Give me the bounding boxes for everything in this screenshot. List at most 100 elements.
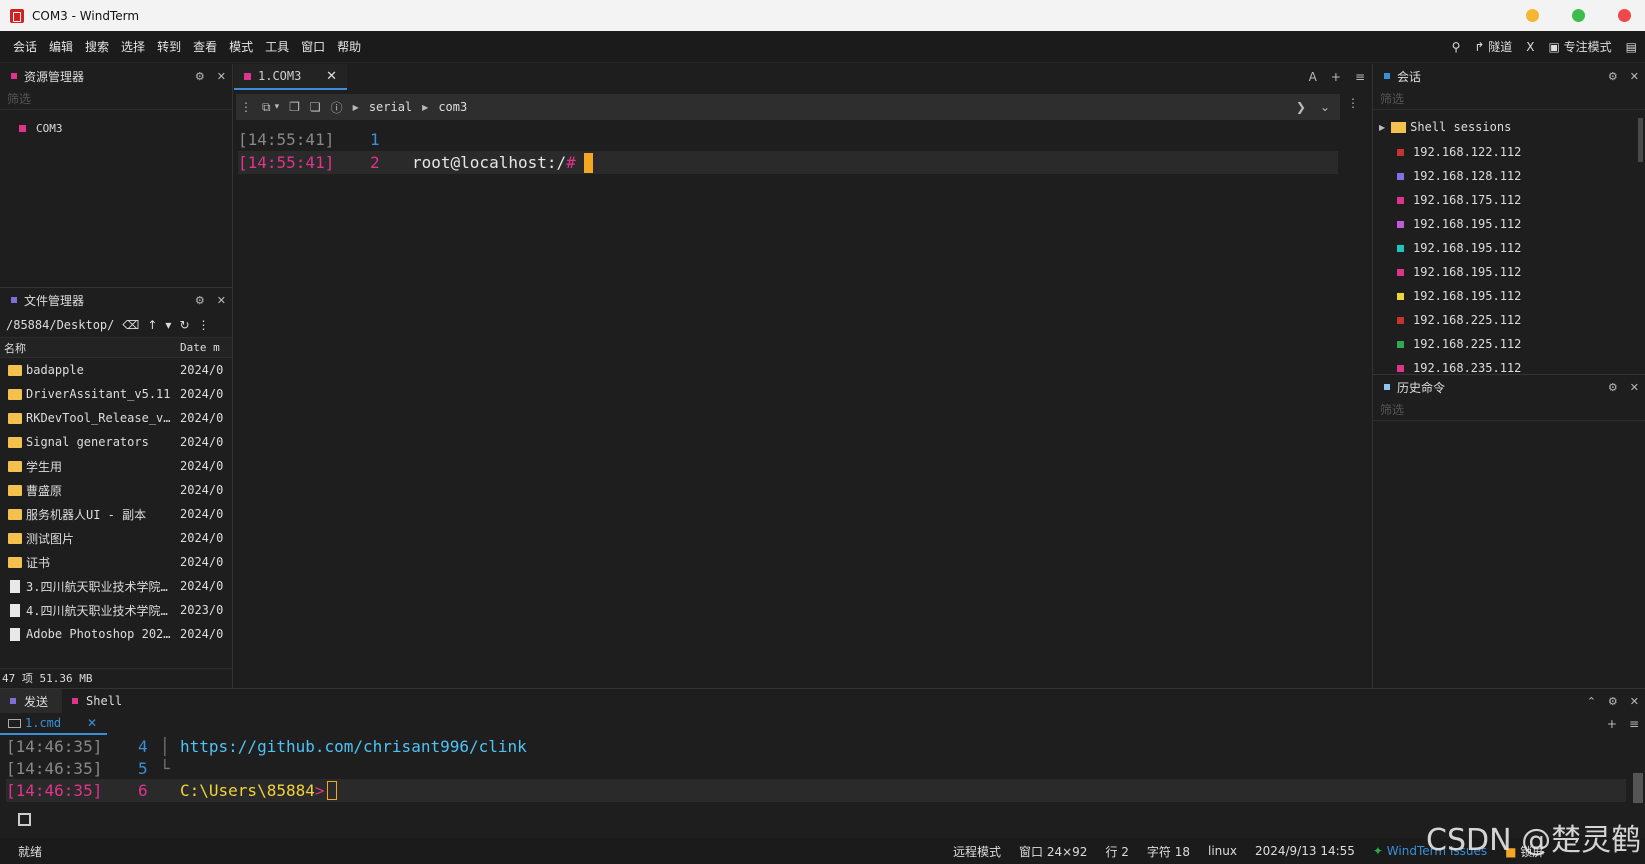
menu-search[interactable]: 搜索 xyxy=(79,38,115,55)
more-icon[interactable]: ⋮ xyxy=(1347,96,1359,110)
file-row[interactable]: 测试图片 2024/0 xyxy=(0,526,232,550)
file-row[interactable]: Adobe Photoshop 2021… 2024/0 xyxy=(0,622,232,646)
menu-view[interactable]: 查看 xyxy=(187,38,223,55)
tab-shell[interactable]: Shell xyxy=(62,689,136,713)
menu-mode[interactable]: 模式 xyxy=(223,38,259,55)
menu-help[interactable]: 帮助 xyxy=(331,38,367,55)
session-item[interactable]: 192.168.122.112 xyxy=(1373,140,1645,164)
refresh-icon[interactable]: ↻ xyxy=(179,318,189,332)
breadcrumb-serial[interactable]: serial xyxy=(369,100,412,114)
column-name[interactable]: 名称 xyxy=(0,340,180,356)
sessions-scrollbar[interactable] xyxy=(1638,118,1643,162)
menu-tools[interactable]: 工具 xyxy=(259,38,295,55)
status-remote-mode[interactable]: 远程模式 xyxy=(953,843,1001,860)
tab-send[interactable]: 发送 xyxy=(0,689,63,713)
font-button[interactable]: A xyxy=(1309,70,1317,84)
close-icon[interactable]: ✕ xyxy=(217,294,226,307)
arrow-up-icon[interactable]: ↑ xyxy=(147,318,157,332)
chevron-down-icon[interactable]: ⌄ xyxy=(1320,100,1330,114)
tab-com3[interactable]: 1.COM3 ✕ xyxy=(234,64,347,90)
close-button[interactable] xyxy=(1618,9,1631,22)
path-bar: /85884/Desktop/ ⌫ ↑ ▾ ↻ ⋮ xyxy=(0,312,232,338)
explorer-item-com3[interactable]: COM3 xyxy=(0,118,232,138)
menu-session[interactable]: 会话 xyxy=(7,38,43,55)
session-item[interactable]: 192.168.225.112 xyxy=(1373,332,1645,356)
clear-path-icon[interactable]: ⌫ xyxy=(122,318,139,332)
session-item[interactable]: 192.168.195.112 xyxy=(1373,236,1645,260)
gear-icon[interactable]: ⚙ xyxy=(195,294,205,307)
history-filter-input[interactable]: 筛选 xyxy=(1373,399,1645,421)
x-button[interactable]: X xyxy=(1526,40,1534,54)
menu-icon[interactable]: ≡ xyxy=(1355,70,1365,84)
gear-icon[interactable]: ⚙ xyxy=(1608,381,1618,394)
file-row[interactable]: 3.四川航天职业技术学院… 2024/0 xyxy=(0,574,232,598)
session-item[interactable]: 192.168.195.112 xyxy=(1373,260,1645,284)
more-icon[interactable]: ⋮ xyxy=(198,318,210,332)
gear-icon[interactable]: ⚙ xyxy=(1608,70,1618,83)
chevron-down-icon[interactable]: ▾ xyxy=(275,102,280,112)
close-icon[interactable]: ✕ xyxy=(87,716,97,730)
file-row[interactable]: 4.四川航天职业技术学院… 2023/0 xyxy=(0,598,232,622)
send-toolbar-icon[interactable] xyxy=(18,813,31,826)
session-group-shell[interactable]: ▶ Shell sessions xyxy=(1373,114,1645,140)
session-item[interactable]: 192.168.195.112 xyxy=(1373,284,1645,308)
file-row[interactable]: 服务机器人UI - 副本 2024/0 xyxy=(0,502,232,526)
file-row[interactable]: 曹盛原 2024/0 xyxy=(0,478,232,502)
chevron-down-icon[interactable]: ▾ xyxy=(165,318,171,332)
close-icon[interactable]: ✕ xyxy=(1630,695,1639,708)
file-row[interactable]: RKDevTool_Release_v2… 2024/0 xyxy=(0,406,232,430)
file-name: 证书 xyxy=(26,555,51,570)
file-row[interactable]: badapple 2024/0 xyxy=(0,358,232,382)
open-session-icon[interactable]: ❐ xyxy=(289,100,300,114)
close-icon[interactable]: ✕ xyxy=(217,70,226,83)
layout-icon[interactable]: ▤ xyxy=(1626,40,1637,54)
tunnel-button[interactable]: ↱ 隧道 xyxy=(1474,38,1512,55)
file-row[interactable]: DriverAssitant_v5.11 2024/0 xyxy=(0,382,232,406)
menu-window[interactable]: 窗口 xyxy=(295,38,331,55)
chevron-up-icon[interactable]: ⌃ xyxy=(1587,695,1596,708)
shell-output-text[interactable]: https://github.com/chrisant996/clink xyxy=(180,737,527,756)
drag-handle-icon[interactable]: ⋮ xyxy=(240,100,252,114)
info-icon[interactable]: ⓘ xyxy=(331,99,343,116)
session-item[interactable]: 192.168.225.112 xyxy=(1373,308,1645,332)
column-date[interactable]: Date m xyxy=(180,341,220,354)
focus-mode-button[interactable]: ▣ 专注模式 xyxy=(1548,38,1611,55)
sessions-filter-input[interactable]: 筛选 xyxy=(1373,88,1645,110)
folder-icon xyxy=(8,436,22,448)
file-row[interactable]: 学生用 2024/0 xyxy=(0,454,232,478)
file-row[interactable]: Signal generators 2024/0 xyxy=(0,430,232,454)
explorer-filter-input[interactable]: 筛选 xyxy=(0,88,232,110)
gear-icon[interactable]: ⚙ xyxy=(1608,695,1618,708)
menu-edit[interactable]: 编辑 xyxy=(43,38,79,55)
menu-icon[interactable]: ≡ xyxy=(1629,717,1639,731)
copy-session-icon[interactable]: ❏ xyxy=(310,100,321,114)
shell-line-current[interactable]: [14:46:35] 6 C:\Users\85884 > xyxy=(6,779,1626,802)
tab-cmd[interactable]: 1.cmd ✕ xyxy=(0,713,107,735)
new-session-icon[interactable]: ⧉ xyxy=(262,100,271,115)
close-icon[interactable]: ✕ xyxy=(1630,70,1639,83)
close-icon[interactable]: ✕ xyxy=(326,69,337,84)
minimize-button[interactable] xyxy=(1526,9,1539,22)
maximize-button[interactable] xyxy=(1572,9,1585,22)
breadcrumb-com3[interactable]: com3 xyxy=(438,100,467,114)
folder-icon xyxy=(8,388,22,400)
session-item[interactable]: 192.168.175.112 xyxy=(1373,188,1645,212)
close-icon[interactable]: ✕ xyxy=(1630,381,1639,394)
path-input[interactable]: /85884/Desktop/ xyxy=(6,318,114,332)
chevron-right-icon[interactable]: ❯ xyxy=(1296,100,1306,114)
search-icon[interactable]: ⚲ xyxy=(1452,40,1461,54)
plus-icon[interactable]: + xyxy=(1607,717,1617,731)
file-row[interactable]: 证书 2024/0 xyxy=(0,550,232,574)
expand-arrow-icon[interactable]: ▶ xyxy=(1379,123,1385,132)
gear-icon[interactable]: ⚙ xyxy=(195,70,205,83)
plus-icon[interactable]: + xyxy=(1331,70,1341,84)
menu-goto[interactable]: 转到 xyxy=(151,38,187,55)
shell-scrollbar[interactable] xyxy=(1633,773,1643,803)
session-item[interactable]: 192.168.195.112 xyxy=(1373,212,1645,236)
session-item[interactable]: 192.168.235.112 xyxy=(1373,356,1645,374)
terminal-line-current[interactable]: [14:55:41] 2 root@localhost:/ # xyxy=(238,151,1338,174)
menu-select[interactable]: 选择 xyxy=(115,38,151,55)
session-item[interactable]: 192.168.128.112 xyxy=(1373,164,1645,188)
file-manager-color-marker xyxy=(11,297,17,303)
status-os[interactable]: linux xyxy=(1208,844,1237,858)
